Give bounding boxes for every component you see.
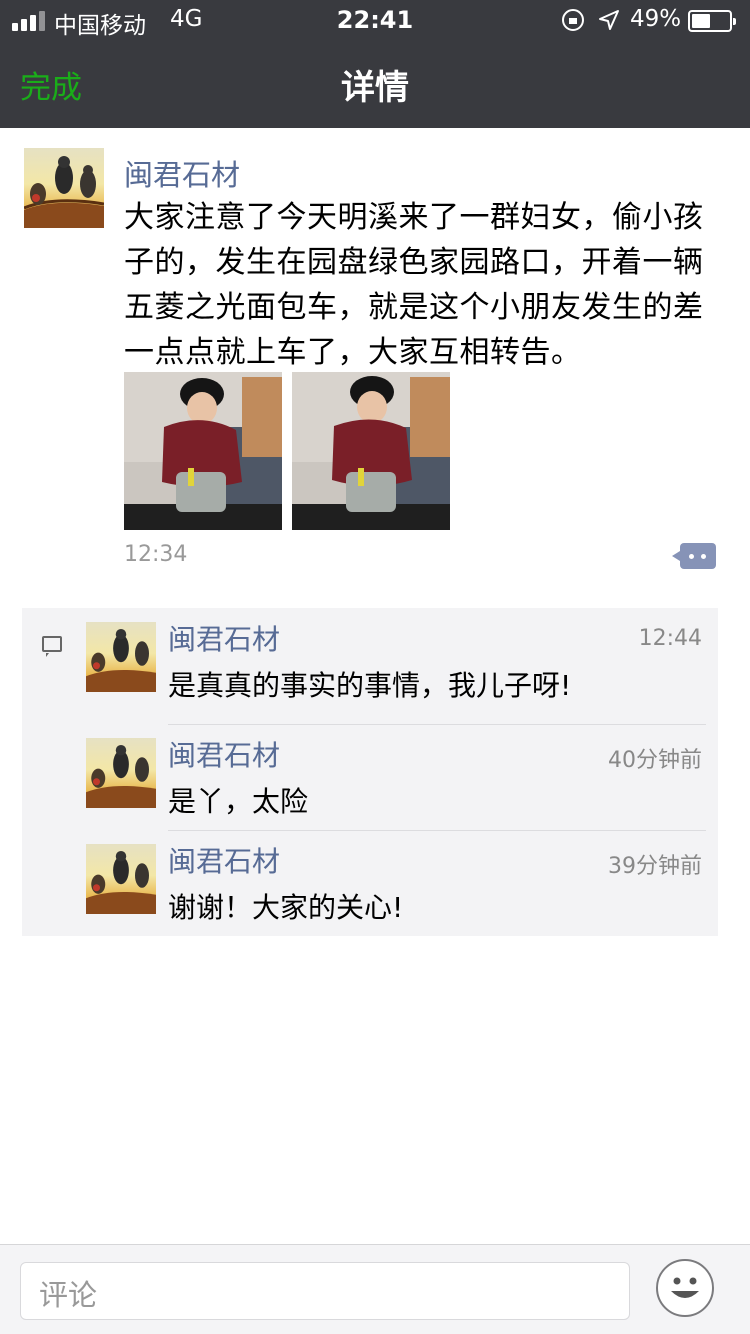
comment-author[interactable]: 闽君石材: [168, 734, 280, 774]
poster-name[interactable]: 闽君石材: [124, 152, 240, 194]
avatar[interactable]: [86, 622, 156, 692]
birds-avatar-image: [86, 629, 156, 692]
birds-avatar-image: [24, 156, 104, 228]
comment-time: 40分钟前: [608, 748, 702, 773]
comment-text: 谢谢！大家的关心!: [168, 891, 404, 924]
avatar[interactable]: [86, 738, 156, 808]
page-title: 详情: [341, 68, 409, 108]
status-bar: 中国移动 4G 22:41 49%: [0, 0, 750, 40]
smiley-icon: [671, 1277, 699, 1298]
birds-avatar-image: [86, 745, 156, 808]
comment-text: 是真真的事实的事情，我儿子呀!: [168, 669, 572, 702]
dot-icon: [701, 554, 706, 559]
post-text: 大家注意了今天明溪来了一群妇女，偷小孩子的，发生在园盘绿色家园路口，开着一辆五菱…: [124, 200, 704, 370]
comment-author[interactable]: 闽君石材: [168, 840, 280, 880]
child-photo-image: [124, 372, 282, 530]
post-photo-1[interactable]: [124, 372, 282, 530]
comment-author[interactable]: 闽君石材: [168, 618, 280, 658]
avatar[interactable]: [86, 844, 156, 914]
comment-item[interactable]: 闽君石材 39分钟前 谢谢！大家的关心!: [86, 830, 706, 936]
orientation-lock-icon: [562, 9, 584, 31]
battery-percent: 49%: [630, 6, 682, 32]
comment-item[interactable]: 闽君石材 12:44 是真真的事实的事情，我儿子呀!: [86, 608, 706, 725]
dot-icon: [689, 554, 694, 559]
comments-panel: 闽君石材 12:44 是真真的事实的事情，我儿子呀! 闽君石材 40分钟前 是丫…: [22, 608, 718, 936]
comment-time: 39分钟前: [608, 854, 702, 879]
comment-text: 是丫，太险: [168, 785, 309, 818]
more-actions-button[interactable]: [672, 543, 716, 569]
comment-item[interactable]: 闽君石材 40分钟前 是丫，太险: [86, 724, 706, 831]
nav-bar: 完成 详情: [0, 40, 750, 128]
post-time: 12:34: [124, 542, 188, 567]
child-photo-image: [292, 372, 450, 530]
avatar[interactable]: [24, 148, 104, 228]
comment-icon: [42, 636, 62, 657]
post-photo-2[interactable]: [292, 372, 450, 530]
location-icon: [599, 10, 619, 30]
comment-bar: 评论: [0, 1244, 750, 1334]
battery-level: [692, 14, 710, 28]
comment-input[interactable]: 评论: [20, 1262, 630, 1320]
comment-time: 12:44: [638, 626, 702, 651]
top-bar: 中国移动 4G 22:41 49% 完成 详情: [0, 0, 750, 128]
birds-avatar-image: [86, 851, 156, 914]
emoji-button[interactable]: [656, 1259, 714, 1317]
battery-icon: [688, 10, 736, 32]
